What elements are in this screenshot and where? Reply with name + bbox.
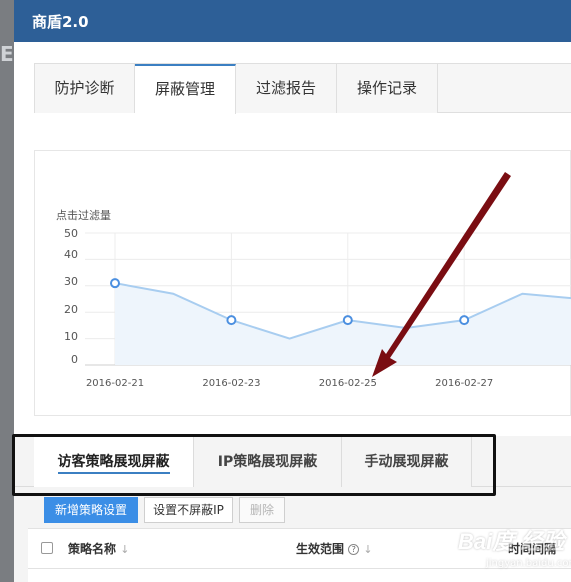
tab-label: 防护诊断 bbox=[54, 79, 115, 97]
sort-icon[interactable]: ↓ bbox=[120, 543, 129, 556]
column-scope[interactable]: 生效范围 ? ↓ bbox=[296, 529, 373, 569]
chart-x-tick-label: 2016-02-25 bbox=[319, 378, 377, 389]
column-time-interval[interactable]: 时间间隔 bbox=[508, 529, 556, 569]
dialog-window: 商盾2.0 防护诊断 屏蔽管理 过滤报告 操作记录 点击过滤量 50 40 30 20… bbox=[14, 0, 571, 582]
chart-y-tick-label: 30 bbox=[64, 275, 78, 288]
subtab-label: 访客策略展现屏蔽 bbox=[57, 454, 170, 474]
tab-label: 操作记录 bbox=[356, 79, 417, 97]
strategy-table-body bbox=[28, 568, 571, 582]
add-strategy-button[interactable]: 新增策略设置 bbox=[44, 497, 138, 523]
chart-data-point[interactable] bbox=[342, 315, 353, 326]
tab-label: 过滤报告 bbox=[255, 79, 316, 97]
main-tabs: 防护诊断 屏蔽管理 过滤报告 操作记录 bbox=[34, 63, 571, 114]
chart-y-tick-label: 40 bbox=[64, 248, 78, 261]
column-label: 时间间隔 bbox=[508, 542, 557, 556]
click-filter-chart: 点击过滤量 50403020100 2016-02-21 2016-02-23 20… bbox=[56, 209, 571, 389]
title-bar: 商盾2.0 bbox=[14, 0, 571, 42]
subtab-manual-block[interactable]: 手动展现屏蔽 bbox=[342, 436, 472, 487]
strategy-section: 访客策略展现屏蔽 IP策略展现屏蔽 手动展现屏蔽 新增策略设置 设置不屏蔽IP … bbox=[14, 436, 571, 582]
chart-y-tick-label: 0 bbox=[71, 353, 78, 366]
tab-block-management[interactable]: 屏蔽管理 bbox=[135, 64, 236, 114]
column-label: 生效范围 bbox=[296, 542, 345, 556]
window-title: 商盾2.0 bbox=[32, 13, 89, 31]
subtab-visitor-strategy[interactable]: 访客策略展现屏蔽 bbox=[34, 436, 194, 487]
tab-label: 屏蔽管理 bbox=[154, 80, 215, 98]
chart-data-point[interactable] bbox=[459, 315, 470, 326]
sort-icon[interactable]: ↓ bbox=[363, 543, 372, 556]
subtab-label: 手动展现屏蔽 bbox=[364, 454, 449, 470]
help-icon[interactable]: ? bbox=[348, 544, 360, 555]
chart-y-axis-label: 点击过滤量 bbox=[56, 209, 111, 222]
column-label: 策略名称 bbox=[68, 542, 117, 556]
strategy-table-header: 策略名称 ↓ 生效范围 ? ↓ 时间间隔 bbox=[28, 528, 571, 568]
tab-filter-report[interactable]: 过滤报告 bbox=[236, 64, 337, 113]
chart-y-tick-label: 50 bbox=[64, 227, 78, 240]
chart-y-tick-label: 10 bbox=[64, 330, 78, 343]
delete-button[interactable]: 删除 bbox=[239, 497, 285, 523]
background-window-letter: E bbox=[0, 42, 14, 66]
tab-protection-diagnosis[interactable]: 防护诊断 bbox=[34, 64, 135, 113]
chart-x-tick-label: 2016-02-23 bbox=[202, 378, 260, 389]
tab-operation-log[interactable]: 操作记录 bbox=[337, 64, 438, 113]
select-all-checkbox[interactable] bbox=[41, 542, 53, 554]
chart-y-tick-label: 20 bbox=[64, 303, 78, 316]
chart-area-fill bbox=[115, 283, 571, 365]
chart-y-ticks: 50 40 30 20 10 0 bbox=[64, 227, 78, 366]
chart-data-point[interactable] bbox=[110, 278, 120, 289]
strategy-subtabs: 访客策略展现屏蔽 IP策略展现屏蔽 手动展现屏蔽 bbox=[14, 436, 571, 487]
chart-panel: 点击过滤量 50 40 30 20 10 0 2016-02-21 2016-02-23 20… bbox=[34, 150, 571, 416]
chart-x-tick-label: 2016-02-21 bbox=[86, 378, 144, 389]
set-whitelist-ip-button[interactable]: 设置不屏蔽IP bbox=[144, 497, 233, 523]
subtab-ip-strategy[interactable]: IP策略展现屏蔽 bbox=[194, 436, 342, 487]
chart-x-ticks: 2016-02-21 2016-02-23 2016-02-25 2016-02-27… bbox=[86, 378, 493, 389]
background-window: E bbox=[0, 0, 14, 582]
chart-data-point[interactable] bbox=[226, 315, 237, 326]
column-strategy-name[interactable]: 策略名称 ↓ bbox=[68, 529, 129, 569]
subtab-label: IP策略展现屏蔽 bbox=[217, 454, 318, 470]
chart-x-tick-label: 2016-02-27 bbox=[435, 378, 493, 389]
